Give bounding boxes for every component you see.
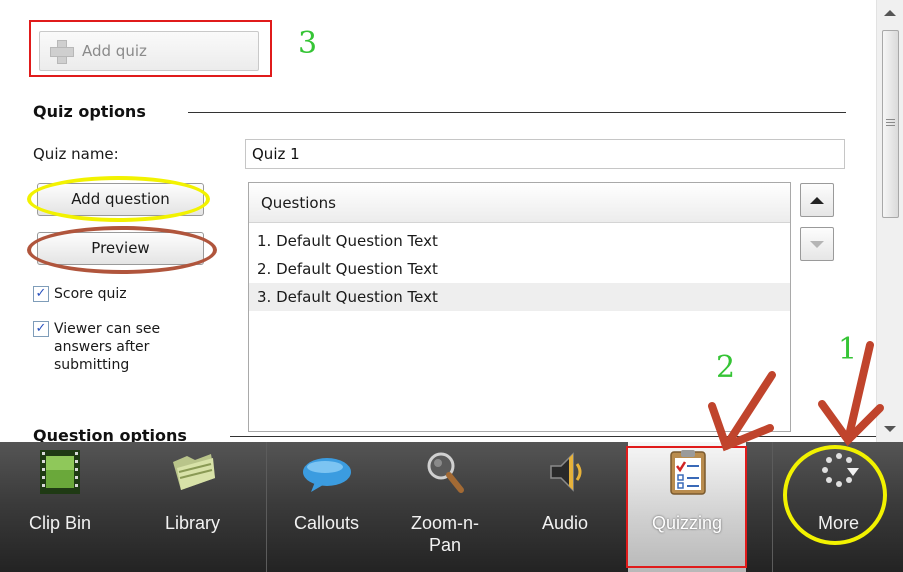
move-down-button[interactable] [800, 227, 834, 261]
vertical-scrollbar[interactable] [876, 0, 903, 442]
tab-label-library: Library [164, 513, 221, 533]
quiz-options-title: Quiz options [33, 102, 146, 121]
grip-line [886, 122, 895, 123]
arrow-down-icon [810, 240, 824, 248]
toolbar-separator [772, 442, 773, 572]
tab-audio[interactable]: Audio [505, 442, 625, 572]
questions-list[interactable]: Questions 1. Default Question Text 2. De… [248, 182, 791, 432]
tab-label-audio: Audio [541, 513, 589, 533]
tab-callouts[interactable]: Callouts [268, 442, 385, 572]
tab-label-callouts: Callouts [293, 513, 360, 533]
quiz-options-divider [188, 112, 846, 113]
task-toolbar: Clip Bin Library Callouts Zoom-n-Pan Aud… [0, 442, 903, 572]
tab-label-zoom-n-pan: Zoom-n-Pan [410, 513, 479, 555]
highlight-box-add-quiz [29, 20, 272, 77]
tab-label-clip-bin: Clip Bin [28, 513, 92, 533]
question-item-3[interactable]: 3. Default Question Text [249, 283, 790, 311]
scroll-down-arrow-icon[interactable] [884, 426, 896, 432]
tab-library[interactable]: Library [120, 442, 265, 572]
grip-line [886, 125, 895, 126]
film-strip-icon [40, 450, 80, 494]
highlight-ellipse-preview [27, 226, 217, 274]
highlight-circle-more [783, 445, 887, 545]
move-up-button[interactable] [800, 183, 834, 217]
toolbar-separator [266, 442, 267, 572]
quiz-name-label: Quiz name: [33, 145, 119, 163]
magnifier-icon [427, 452, 464, 493]
quiz-name-input[interactable] [245, 139, 845, 169]
highlight-ellipse-add-question [27, 176, 210, 222]
arrow-up-icon [810, 196, 824, 204]
highlight-box-quizzing [626, 446, 747, 568]
score-quiz-checkbox[interactable]: ✓ [33, 286, 49, 302]
tab-zoom-n-pan[interactable]: Zoom-n-Pan [385, 442, 505, 572]
tab-clip-bin[interactable]: Clip Bin [0, 442, 120, 572]
viewer-answers-checkbox[interactable]: ✓ [33, 321, 49, 337]
question-options-title: Question options [33, 426, 187, 442]
annotation-number-3: 3 [298, 26, 318, 61]
scrollbar-thumb[interactable] [882, 30, 899, 218]
speech-bubble-icon [302, 458, 351, 492]
questions-header: Questions [249, 183, 790, 223]
speaker-icon [550, 452, 582, 492]
score-quiz-option[interactable]: ✓ Score quiz [33, 285, 127, 303]
annotation-number-1: 1 [838, 332, 858, 367]
annotation-number-2: 2 [716, 350, 736, 385]
folder-icon [172, 454, 215, 490]
scroll-up-arrow-icon[interactable] [884, 10, 896, 16]
viewer-answers-option[interactable]: ✓ Viewer can see answers after submittin… [33, 320, 213, 374]
question-item-2[interactable]: 2. Default Question Text [249, 255, 790, 283]
viewer-answers-label: Viewer can see answers after submitting [54, 321, 161, 373]
question-item-1[interactable]: 1. Default Question Text [249, 227, 790, 255]
question-options-divider [230, 436, 876, 437]
grip-line [886, 119, 895, 120]
score-quiz-label: Score quiz [54, 286, 127, 302]
